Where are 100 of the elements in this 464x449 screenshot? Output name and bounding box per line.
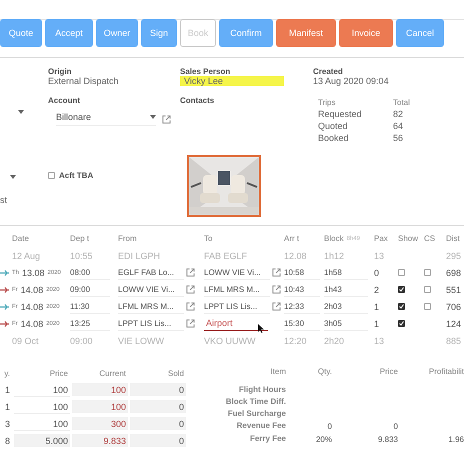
price-field[interactable]: 100: [14, 417, 70, 431]
block-field[interactable]: 2h03: [324, 299, 368, 314]
table-cell-text: 1h12: [324, 250, 346, 262]
table-cell-text: 124: [446, 318, 462, 330]
column-header: Item: [269, 367, 286, 378]
external-link-icon[interactable]: [186, 302, 195, 311]
checkbox-label: Acft TBA: [59, 171, 94, 180]
column-header: Pax: [374, 233, 389, 245]
sold-field[interactable]: 0: [130, 434, 186, 447]
external-link-icon[interactable]: [186, 268, 195, 277]
checkbox[interactable]: [48, 172, 55, 179]
checkbox[interactable]: [398, 269, 405, 276]
table-cell-text: 706: [446, 300, 462, 314]
column-header: y.: [3, 368, 11, 380]
time-field[interactable]: 13:25: [70, 316, 110, 331]
current-field[interactable]: 300: [72, 417, 128, 430]
airport-field[interactable]: EGLF FAB Lo...: [118, 265, 184, 280]
checkbox[interactable]: [424, 269, 431, 276]
block-field[interactable]: 3h05: [324, 316, 368, 331]
time-field[interactable]: 09:00: [70, 282, 110, 297]
field-label: Account: [48, 96, 81, 105]
table-cell-text: VKO UUWW: [204, 334, 256, 348]
table-cell-text: 12:20: [284, 334, 308, 348]
checkbox[interactable]: [398, 320, 405, 327]
table-cell-text: 3: [4, 418, 11, 430]
caret-icon[interactable]: [150, 115, 156, 119]
block-field[interactable]: 1h43: [324, 282, 368, 297]
checkbox[interactable]: [398, 303, 405, 310]
sold-field[interactable]: 0: [130, 417, 186, 430]
column-header: Total: [393, 98, 411, 107]
table-cell-text: Booked: [318, 133, 350, 143]
table-cell-text: 8: [4, 434, 11, 447]
time-field[interactable]: 08:00: [70, 265, 110, 280]
table-cell-text: 10:55: [70, 250, 94, 262]
table-cell-text: EDI LGPH: [118, 250, 162, 262]
table-cell-text: 13: [374, 250, 386, 262]
sold-field[interactable]: 0: [130, 400, 186, 413]
checkbox[interactable]: [424, 286, 431, 293]
table-cell-text: 551: [446, 284, 462, 296]
table-cell-text: 1: [4, 384, 11, 396]
table-cell-text: 2: [374, 284, 380, 296]
account-dropdown[interactable]: Billonare: [56, 112, 156, 126]
time-field[interactable]: 12:33: [284, 299, 320, 314]
external-link-icon[interactable]: [272, 285, 281, 294]
column-header: Date: [12, 233, 30, 245]
table-cell-text: 09:00: [70, 334, 94, 348]
external-link-icon[interactable]: [186, 319, 195, 328]
current-field[interactable]: 100: [72, 383, 128, 396]
external-link-icon[interactable]: [272, 268, 281, 277]
fee-label: Ferry Fee: [248, 435, 286, 445]
external-link-icon[interactable]: [162, 114, 171, 124]
sold-field[interactable]: 0: [130, 383, 186, 396]
field-value: Vicky Lee: [180, 76, 284, 86]
column-header: Price: [378, 367, 398, 378]
caret-icon[interactable]: [18, 110, 24, 114]
field-label: Created: [313, 67, 344, 76]
fee-label: Revenue Fee: [236, 422, 286, 432]
price-field[interactable]: 100: [14, 383, 70, 397]
table-cell: 14.08: [20, 318, 44, 328]
current-field[interactable]: 100: [72, 400, 128, 413]
column-header: Sold: [166, 368, 185, 380]
checkbox[interactable]: [424, 303, 431, 310]
table-cell-text: 1: [374, 300, 380, 314]
column-header: CS: [424, 233, 436, 245]
external-link-icon[interactable]: [272, 302, 281, 311]
time-field[interactable]: 11:30: [70, 299, 110, 314]
field-value: External Dispatch: [48, 76, 120, 86]
price-field[interactable]: 5.000: [14, 434, 70, 447]
time-field[interactable]: 10:43: [284, 282, 320, 297]
time-field[interactable]: 10:58: [284, 265, 320, 280]
cursor-icon: [258, 324, 264, 333]
block-field[interactable]: 1h58: [324, 265, 368, 280]
table-cell: 0: [394, 422, 398, 431]
caret-icon[interactable]: [10, 175, 16, 179]
table-cell-text: FAB EGLF: [204, 250, 248, 262]
field-value: st: [0, 195, 8, 205]
column-header: Current: [98, 368, 127, 380]
column-header: Dep t: [70, 233, 90, 245]
airport-field[interactable]: LOWW VIE Vi...: [118, 282, 184, 297]
fee-label: Block Time Diff.: [224, 398, 286, 408]
column-header: Show: [398, 233, 420, 245]
table-cell-text: 13: [374, 334, 386, 348]
airport-field[interactable]: LFML MRS M...: [204, 282, 270, 297]
column-header: Profitabilit: [428, 367, 464, 378]
external-link-icon[interactable]: [186, 285, 195, 294]
time-field[interactable]: 15:30: [284, 316, 320, 331]
airport-field[interactable]: LPPT LIS Lis...: [118, 316, 184, 331]
table-cell: 14.08: [20, 284, 44, 294]
airport-field[interactable]: LFML MRS M...: [118, 299, 184, 314]
table-cell-text: 885: [446, 334, 462, 348]
table-cell-text: 1: [4, 400, 11, 413]
table-cell-text: 82: [393, 109, 404, 119]
table-cell: 0: [328, 422, 332, 431]
airport-field[interactable]: LOWW VIE Vi...: [204, 265, 270, 280]
checkbox[interactable]: [398, 286, 405, 293]
current-field[interactable]: 9.833: [72, 434, 128, 447]
column-header: From: [118, 233, 138, 245]
price-field[interactable]: 100: [14, 400, 70, 414]
table-cell-text: 2h20: [324, 334, 346, 348]
airport-field[interactable]: LPPT LIS Lis...: [204, 299, 270, 314]
